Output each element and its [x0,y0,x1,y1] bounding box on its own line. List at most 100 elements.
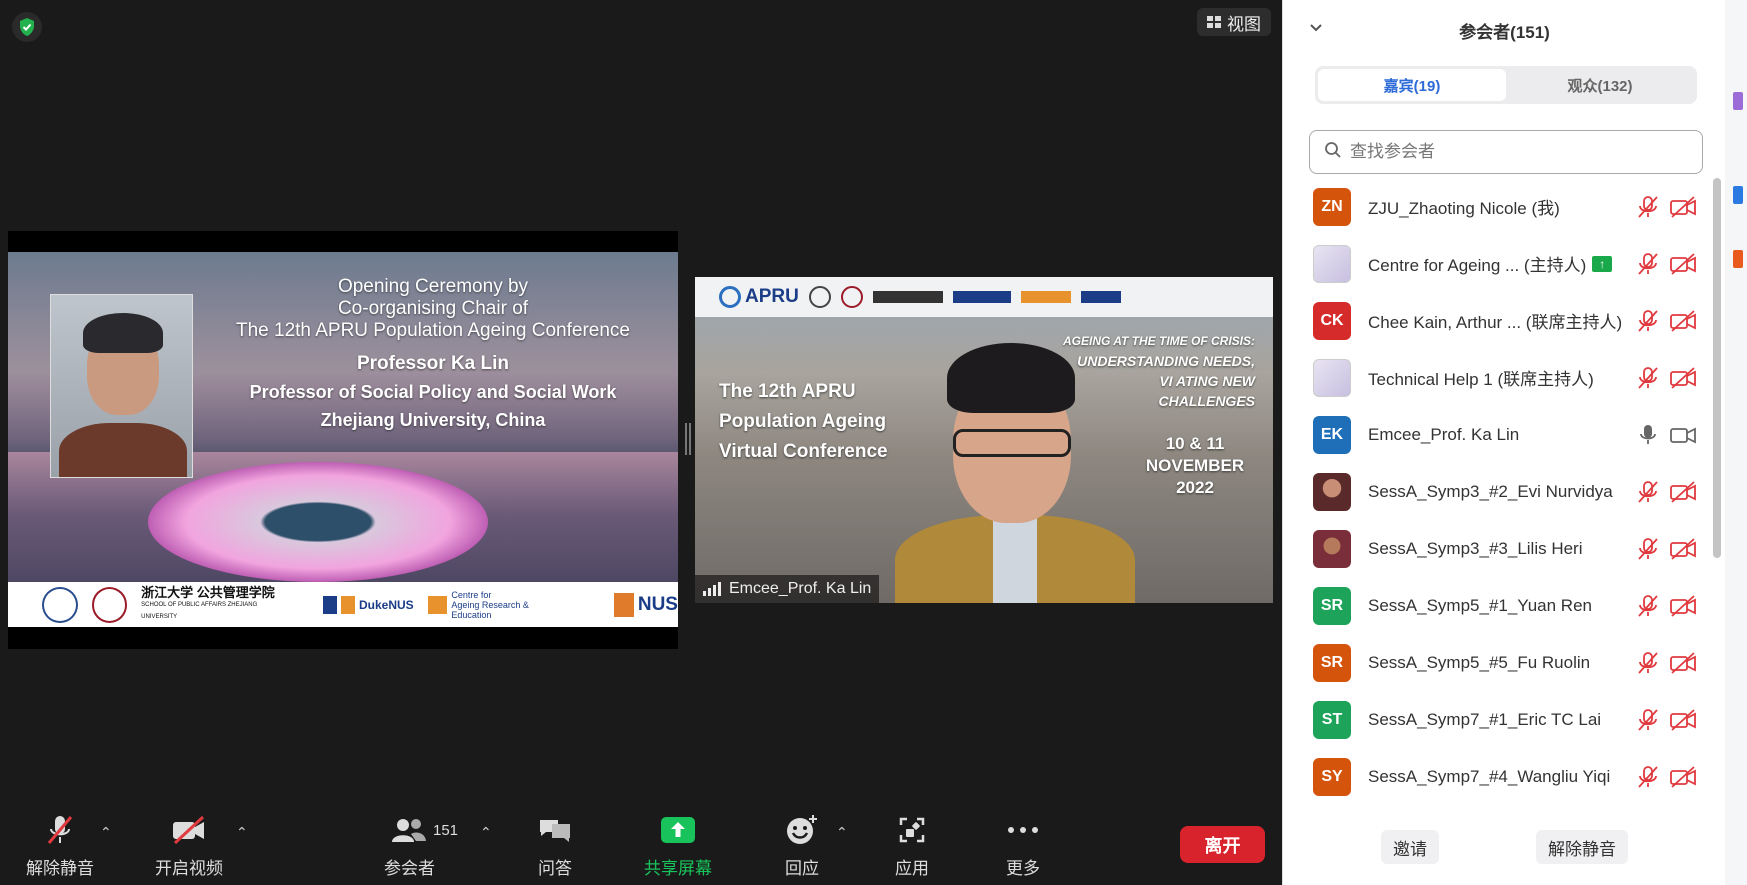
participant-name: SessA_Symp5_#1_Yuan Ren [1368,595,1592,615]
nus-logo: NUS [613,592,678,617]
slide-speaker-name: Professor Ka Lin [356,353,510,374]
mic-muted-icon[interactable] [1636,708,1660,732]
signal-strength-icon [703,582,721,596]
emblem-logo [808,286,831,308]
care-logo [1020,291,1071,303]
mic-muted-icon[interactable] [1636,594,1660,618]
slide-text: Opening Ceremony by Co-organising Chair … [188,276,678,434]
participant-name: Centre for Ageing ... (主持人) ↑ [1368,251,1613,276]
list-item[interactable]: Centre for Ageing ... (主持人) ↑ [1283,235,1713,292]
more-button[interactable]: 更多 [1006,814,1040,879]
participants-panel: 参会者(151) 嘉宾(19) 观众(132) ZN ZJU_Zhaoting … [1282,0,1725,885]
avatar: SR [1313,643,1351,682]
care-logo: Centre for Ageing Research & Education [427,590,570,620]
mic-muted-icon[interactable] [1636,480,1660,504]
audio-options-caret[interactable]: ⌃ [100,824,112,841]
mic-muted-icon[interactable] [1636,366,1660,390]
mic-muted-icon [45,814,75,846]
zju-logo [872,291,943,303]
leave-button[interactable]: 离开 [1180,826,1265,863]
unmute-all-button[interactable]: 解除静音 [1536,830,1628,864]
share-screen-icon [661,814,695,846]
slide-line3: The 12th APRU Population Ageing Conferen… [236,320,630,341]
video-off-icon[interactable] [1669,765,1697,789]
reactions-options-caret[interactable]: ⌃ [836,824,848,841]
meeting-toolbar: 解除静音 ⌃ 开启视频 ⌃ 151 参会者 ⌃ 问答 共享屏幕 回应 ⌃ 应用 … [0,800,1282,885]
meeting-area: 视图 Opening Ceremony by Co-organising Cha… [0,0,1282,885]
list-item[interactable]: SR SessA_Symp5_#5_Fu Ruolin [1283,634,1713,691]
start-video-button[interactable]: 开启视频 [155,814,223,879]
avatar: CK [1313,301,1351,340]
tab-attendees[interactable]: 观众(132) [1506,69,1694,101]
invite-button[interactable]: 邀请 [1381,830,1439,864]
speaker-video-tile[interactable]: APRU The 12th APRU Population Ageing Vir… [695,277,1273,603]
unmute-button[interactable]: 解除静音 [26,814,94,879]
list-item[interactable]: SY SessA_Symp7_#4_Wangliu Yiqi [1283,748,1713,798]
apru-logo: APRU [719,286,799,308]
conference-title: The 12th APRU Population Ageing Virtual … [719,381,888,462]
avatar: EK [1313,415,1351,454]
video-off-icon[interactable] [1669,537,1697,561]
participant-name: ZJU_Zhaoting Nicole (我) [1368,199,1560,218]
avatar [1313,472,1351,511]
mic-muted-icon[interactable] [1636,309,1660,333]
slide-line1: Opening Ceremony by [337,276,529,297]
list-item[interactable]: SR SessA_Symp5_#1_Yuan Ren [1283,577,1713,634]
avatar: SR [1313,586,1351,625]
encryption-shield-icon[interactable] [12,12,42,42]
participant-count: 151 [432,821,459,839]
video-off-icon[interactable] [1669,195,1697,219]
split-divider-handle[interactable] [684,423,692,455]
participant-name: Emcee_Prof. Ka Lin [1368,424,1520,444]
video-off-icon[interactable] [1669,651,1697,675]
video-icon[interactable] [1669,423,1697,447]
more-dots-icon [1007,814,1039,846]
avatar: SY [1313,757,1351,796]
avatar: ZN [1313,187,1351,226]
speaker-video-person [895,343,1135,603]
mic-muted-icon[interactable] [1636,195,1660,219]
reactions-button[interactable]: 回应 [785,814,819,879]
conference-date: 10 & 11 NOVEMBER 2022 [1145,434,1245,497]
search-participants-input[interactable] [1350,142,1680,162]
mic-muted-icon[interactable] [1636,651,1660,675]
tab-panelists[interactable]: 嘉宾(19) [1318,69,1506,101]
search-box [1309,130,1703,174]
share-screen-button[interactable]: 共享屏幕 [644,814,712,879]
slide: Opening Ceremony by Co-organising Chair … [8,252,678,627]
mic-muted-icon[interactable] [1636,765,1660,789]
video-off-icon[interactable] [1669,480,1697,504]
shared-slide-tile[interactable]: Opening Ceremony by Co-organising Chair … [8,231,678,649]
list-item[interactable]: SessA_Symp3_#2_Evi Nurvidya [1283,463,1713,520]
list-item[interactable]: EK Emcee_Prof. Ka Lin [1283,406,1713,463]
list-item[interactable]: SessA_Symp3_#3_Lilis Heri [1283,520,1713,577]
list-item[interactable]: CK Chee Kain, Arthur ... (联席主持人) [1283,292,1713,349]
mic-muted-icon[interactable] [1636,537,1660,561]
qa-icon [538,814,572,846]
participants-button[interactable]: 151 参会者 [384,814,465,879]
participant-list-scrollbar[interactable] [1713,178,1721,558]
video-options-caret[interactable]: ⌃ [236,824,248,841]
collapse-chevron-icon[interactable] [1309,20,1323,38]
avatar [1313,529,1351,568]
video-off-icon[interactable] [1669,252,1697,276]
participants-icon: 151 [391,814,458,846]
participant-name: Technical Help 1 (联席主持人) [1368,370,1594,389]
participants-options-caret[interactable]: ⌃ [480,824,492,841]
stadium-image [148,462,488,582]
mic-icon[interactable] [1636,423,1660,447]
video-off-icon[interactable] [1669,708,1697,732]
mic-muted-icon[interactable] [1636,252,1660,276]
list-item[interactable]: ZN ZJU_Zhaoting Nicole (我) [1283,178,1713,235]
list-item[interactable]: ST SessA_Symp7_#1_Eric TC Lai [1283,691,1713,748]
list-item[interactable]: Technical Help 1 (联席主持人) [1283,349,1713,406]
zju-seal-logo [840,286,863,308]
view-button[interactable]: 视图 [1197,8,1271,36]
avatar [1313,244,1351,283]
video-off-icon[interactable] [1669,366,1697,390]
apps-button[interactable]: 应用 [895,814,929,879]
duke-nus-logo [952,291,1011,303]
video-off-icon[interactable] [1669,594,1697,618]
qa-button[interactable]: 问答 [538,814,572,879]
video-off-icon[interactable] [1669,309,1697,333]
